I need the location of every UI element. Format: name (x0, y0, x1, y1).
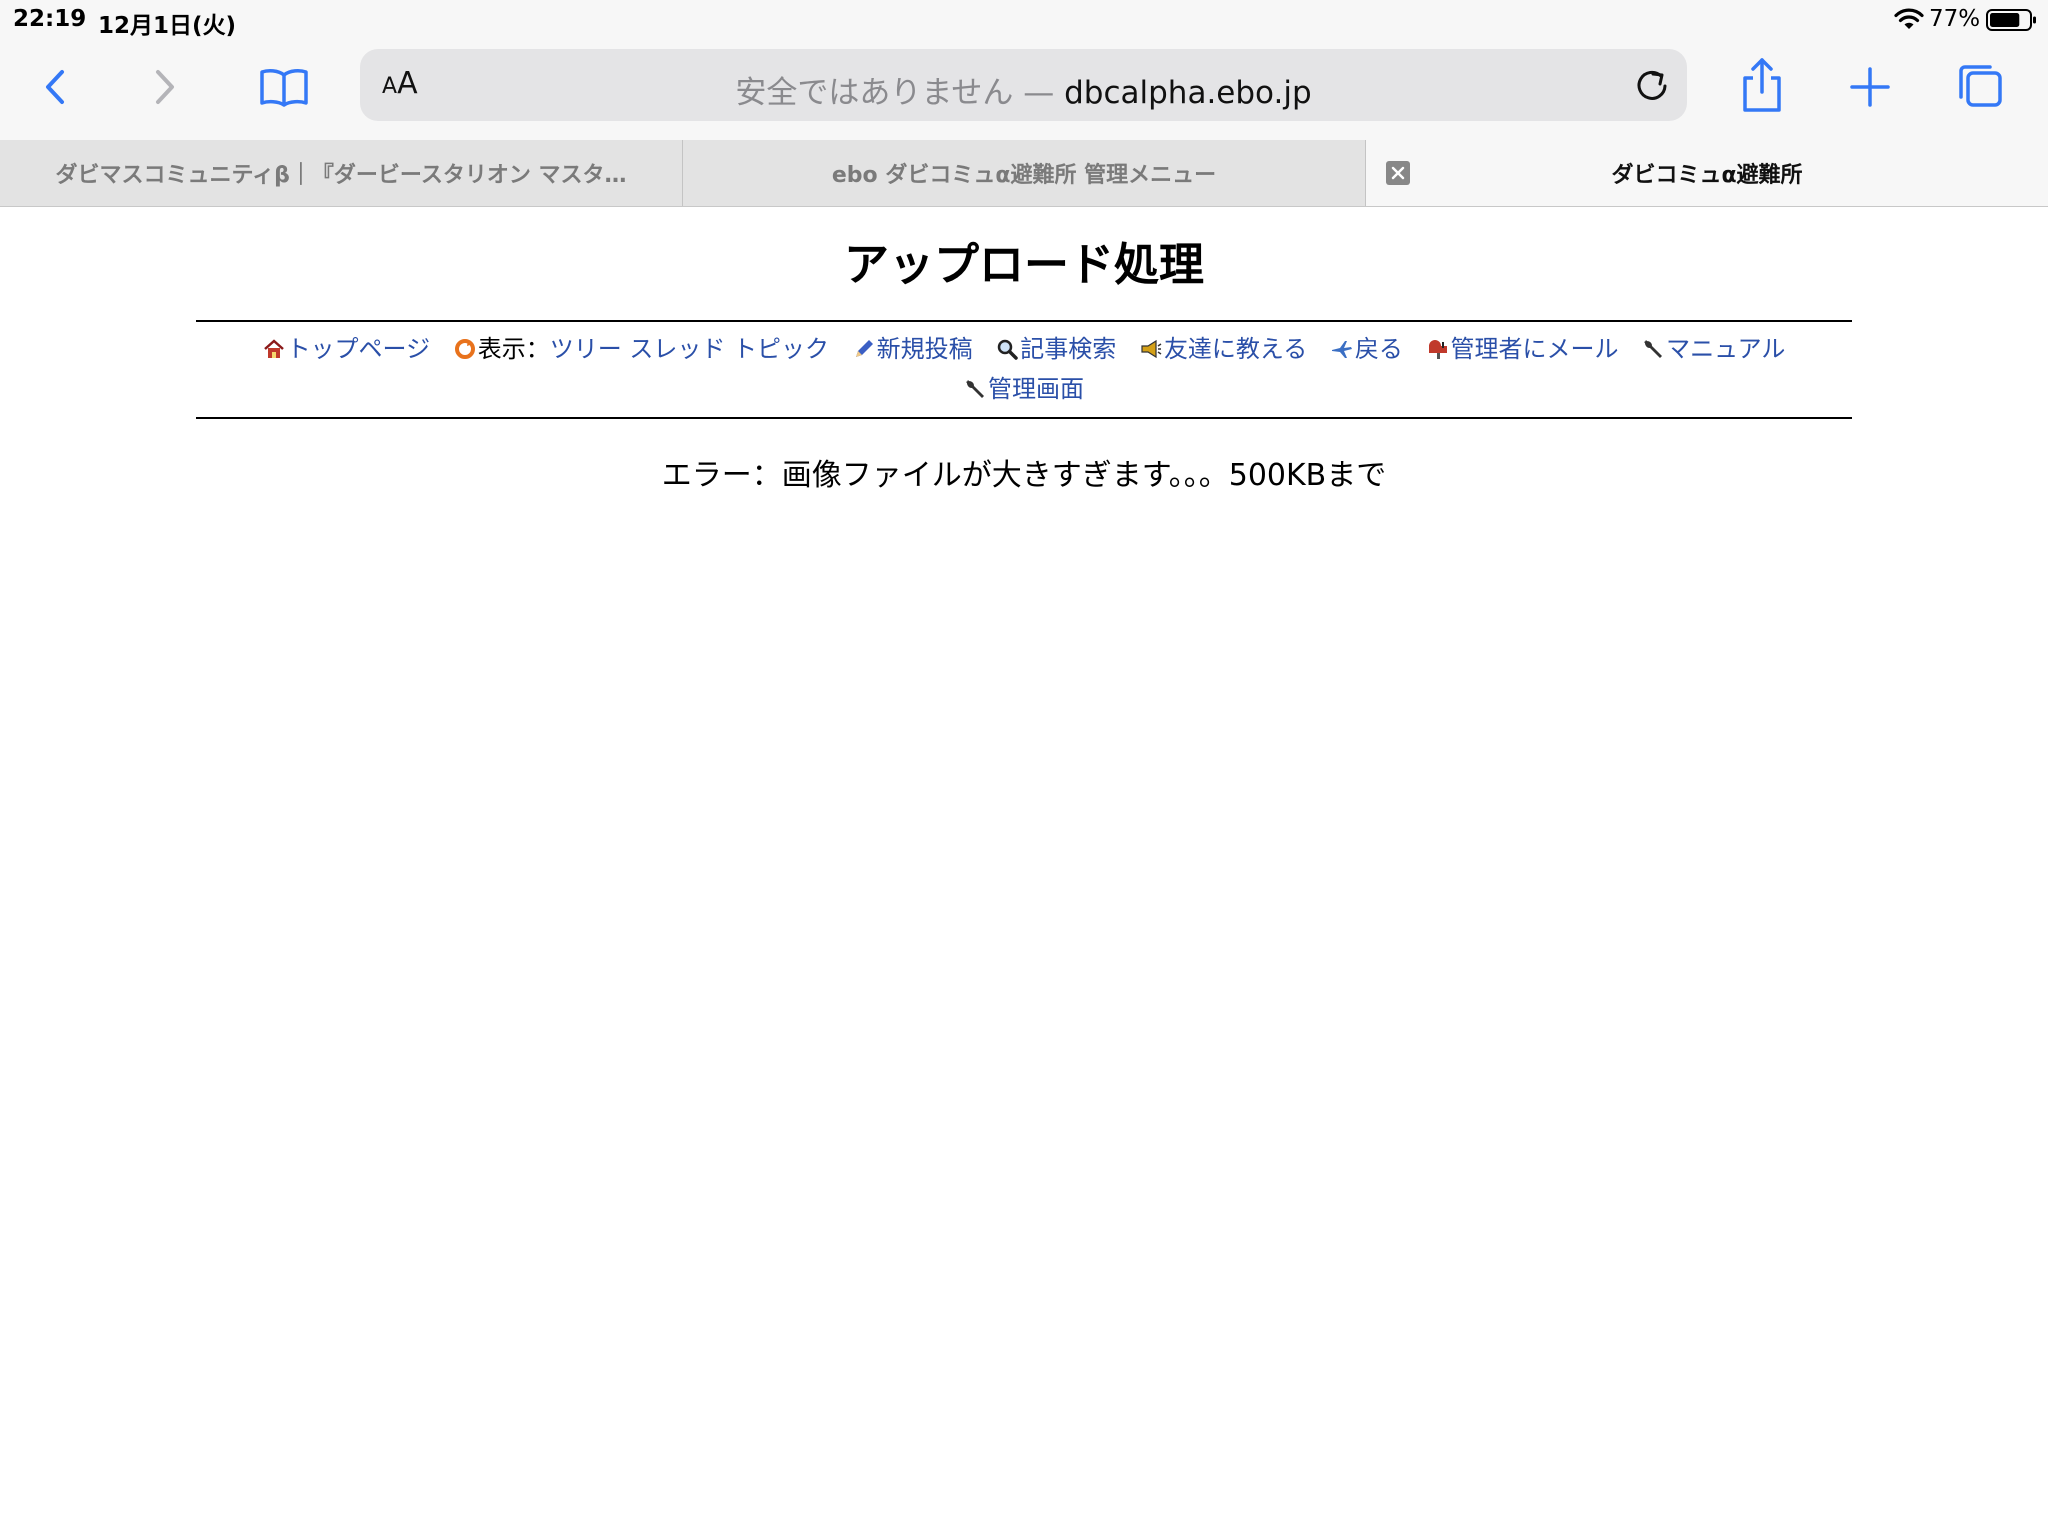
nav-top-page[interactable]: トップページ (263, 329, 431, 369)
status-time: 22:19 (13, 6, 87, 32)
nav-new-post[interactable]: 新規投稿 (853, 329, 973, 369)
tab-title: ダビマスコミュニティβ｜『ダービースタリオン マスタ… (55, 163, 627, 188)
bookmarks-button[interactable] (254, 59, 314, 115)
wrench-icon (966, 380, 984, 398)
share-icon (1743, 58, 1781, 112)
airplane-icon (1331, 341, 1352, 358)
address-host: dbcalpha.ebo.jp (1064, 75, 1312, 111)
battery-icon (1986, 9, 2036, 31)
chevron-right-icon (156, 70, 174, 104)
tab-title: ダビコミュα避難所 (1611, 163, 1803, 188)
tabs-icon (1959, 65, 2002, 107)
address-bar[interactable]: AA 安全ではありません — dbcalpha.ebo.jp (360, 49, 1687, 121)
nav-tell-friend-label[interactable]: 友達に教える (1164, 335, 1307, 363)
tab-strip: ダビマスコミュニティβ｜『ダービースタリオン マスタ… ebo ダビコミュα避難… (0, 140, 2048, 207)
nav-admin-screen[interactable]: 管理画面 (964, 369, 1084, 409)
browser-toolbar: AA 安全ではありません — dbcalpha.ebo.jp (0, 42, 2048, 140)
tab-admin-menu[interactable]: ebo ダビコミュα避難所 管理メニュー (683, 140, 1366, 206)
address-security-warning: 安全ではありません — (735, 75, 1065, 111)
nav-back-label[interactable]: 戻る (1355, 335, 1403, 363)
nav-top-page-label[interactable]: トップページ (287, 335, 431, 363)
status-date: 12月1日(火) (98, 13, 237, 39)
nav-manual-label[interactable]: マニュアル (1666, 335, 1785, 363)
book-icon (260, 69, 308, 107)
status-bar: 22:19 12月1日(火) 77% (0, 0, 2048, 42)
wrench-icon (1644, 340, 1663, 358)
nav-back[interactable]: 戻る (1331, 329, 1403, 369)
close-icon[interactable] (1386, 161, 1410, 185)
magnifier-icon (998, 339, 1019, 360)
nav-view-label: 表示： (477, 335, 550, 363)
divider (196, 320, 1852, 322)
plus-icon (1850, 67, 1890, 107)
tabs-overview-button[interactable] (1952, 59, 2008, 115)
nav-new-post-label[interactable]: 新規投稿 (877, 335, 973, 363)
megaphone-icon (1141, 339, 1162, 359)
pencil-icon (855, 340, 873, 357)
nav-view-thread[interactable]: スレッド (629, 335, 725, 363)
divider (196, 417, 1852, 419)
house-icon (263, 339, 284, 358)
tab-active-dabicomu[interactable]: ダビコミュα避難所 (1366, 140, 2048, 206)
nav-view: 表示：ツリー スレッド トピック (454, 329, 829, 369)
nav-tell-friend[interactable]: 友達に教える (1140, 329, 1307, 369)
nav-view-tree[interactable]: ツリー (550, 335, 622, 363)
tab-dabimasu-community[interactable]: ダビマスコミュニティβ｜『ダービースタリオン マスタ… (0, 140, 683, 206)
address-text[interactable]: 安全ではありません — dbcalpha.ebo.jp (360, 67, 1687, 112)
wifi-icon (1894, 8, 1924, 29)
page-title: アップロード処理 (843, 238, 1204, 291)
reload-icon[interactable] (1631, 65, 1673, 107)
mailbox-icon (1428, 340, 1447, 359)
back-button[interactable] (28, 59, 84, 115)
nav-mail-admin[interactable]: 管理者にメール (1427, 329, 1619, 369)
nav-view-topic[interactable]: トピック (733, 335, 829, 363)
site-nav: トップページ 表示：ツリー スレッド トピック 新規投稿 記事検索 友達に教える… (196, 329, 1852, 409)
tab-title: ebo ダビコミュα避難所 管理メニュー (831, 163, 1217, 188)
nav-search[interactable]: 記事検索 (996, 329, 1116, 369)
nav-search-label[interactable]: 記事検索 (1020, 335, 1116, 363)
battery-percent: 77% (1929, 6, 1981, 32)
refresh-arrows-icon (454, 339, 475, 359)
nav-manual[interactable]: マニュアル (1642, 329, 1785, 369)
forward-button[interactable] (136, 59, 192, 115)
error-message: エラー：画像ファイルが大きすぎます。。。500KBまで (661, 458, 1387, 493)
new-tab-button[interactable] (1844, 59, 1896, 115)
nav-mail-admin-label[interactable]: 管理者にメール (1451, 335, 1619, 363)
share-button[interactable] (1736, 54, 1788, 116)
chevron-left-icon (46, 70, 64, 104)
nav-admin-screen-label[interactable]: 管理画面 (988, 375, 1084, 403)
